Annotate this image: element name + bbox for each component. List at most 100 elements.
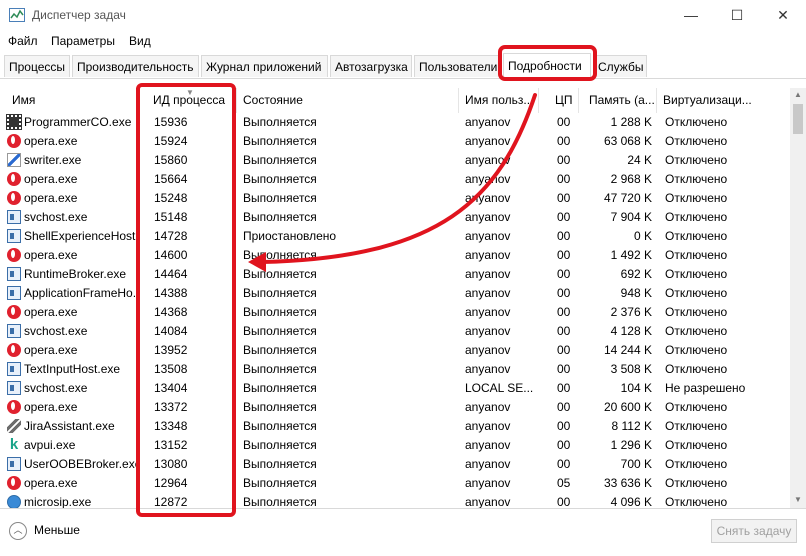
process-name: UserOOBEBroker.exe: [24, 457, 136, 471]
process-cpu: 00: [557, 134, 571, 148]
table-row[interactable]: RuntimeBroker.exe 14464 Выполняется anyanov…: [0, 265, 790, 284]
process-id: 14728: [154, 229, 188, 243]
table-row[interactable]: opera.exe 13372 Выполняется anyanov 00 20 600…: [0, 398, 790, 417]
scroll-thumb[interactable]: [793, 104, 803, 134]
process-name: opera.exe: [24, 400, 78, 414]
table-row[interactable]: opera.exe 12964 Выполняется anyanov 05 33 636…: [0, 474, 790, 493]
column-user[interactable]: Имя польз...: [459, 88, 539, 113]
process-state: Выполняется: [243, 153, 317, 167]
task-manager-icon: [9, 8, 25, 22]
process-memory: 24 K: [627, 153, 652, 167]
process-id: 14464: [154, 267, 188, 281]
tab-app-history[interactable]: Журнал приложений: [201, 55, 328, 77]
process-virtualization: Отключено: [665, 134, 728, 148]
table-row[interactable]: ShellExperienceHost... 14728 Приостановлен…: [0, 227, 790, 246]
process-cpu: 00: [557, 153, 571, 167]
process-state: Выполняется: [243, 400, 317, 414]
scroll-down-icon[interactable]: ▼: [794, 495, 802, 504]
tab-performance[interactable]: Производительность: [72, 55, 199, 77]
tab-processes[interactable]: Процессы: [4, 55, 70, 77]
vertical-scrollbar[interactable]: ▲ ▼: [790, 88, 806, 508]
table-row[interactable]: microsip.exe 12872 Выполняется anyanov 00 4 0…: [0, 493, 790, 508]
process-virtualization: Отключено: [665, 210, 728, 224]
process-virtualization: Отключено: [665, 248, 728, 262]
process-state: Приостановлено: [243, 229, 337, 243]
table-row[interactable]: svchost.exe 13404 Выполняется LOCAL SE... 00…: [0, 379, 790, 398]
collapse-chevron-icon[interactable]: ︿: [9, 522, 27, 540]
process-id: 13508: [154, 362, 188, 376]
process-memory: 692 K: [620, 267, 652, 281]
table-row[interactable]: TextInputHost.exe 13508 Выполняется anyanov…: [0, 360, 790, 379]
column-name[interactable]: Имя: [6, 88, 137, 113]
process-state: Выполняется: [243, 115, 317, 129]
service-icon: [7, 457, 21, 471]
process-name: svchost.exe: [24, 324, 88, 338]
globe-icon: [7, 495, 21, 508]
column-memory[interactable]: Память (а...: [579, 88, 657, 113]
table-row[interactable]: opera.exe 14600 Выполняется anyanov 00 1 492 …: [0, 246, 790, 265]
table-row[interactable]: UserOOBEBroker.exe 13080 Выполняется anyano…: [0, 455, 790, 474]
process-memory: 4 128 K: [610, 324, 652, 338]
footer: ︿ Меньше Снять задачу: [0, 508, 806, 556]
process-memory: 1 296 K: [610, 438, 652, 452]
process-cpu: 00: [557, 229, 571, 243]
process-table: Имя ИД процесса ▼ Состояние Имя польз...…: [0, 88, 790, 508]
tab-services[interactable]: Службы: [593, 55, 647, 77]
process-virtualization: Отключено: [665, 115, 728, 129]
process-name: opera.exe: [24, 476, 78, 490]
table-row[interactable]: ApplicationFrameHo... 14388 Выполняется any…: [0, 284, 790, 303]
process-state: Выполняется: [243, 267, 317, 281]
process-name: opera.exe: [24, 343, 78, 357]
process-cpu: 00: [557, 286, 571, 300]
process-name: svchost.exe: [24, 381, 88, 395]
menu-view[interactable]: Вид: [129, 34, 151, 48]
table-row[interactable]: opera.exe 15248 Выполняется anyanov 00 47 720…: [0, 189, 790, 208]
tab-users[interactable]: Пользователи: [414, 55, 500, 77]
end-task-button[interactable]: Снять задачу: [711, 519, 797, 543]
close-button[interactable]: ✕: [760, 0, 806, 30]
window-title: Диспетчер задач: [32, 8, 126, 22]
process-virtualization: Отключено: [665, 305, 728, 319]
table-row[interactable]: JiraAssistant.exe 13348 Выполняется anyanov…: [0, 417, 790, 436]
column-state[interactable]: Состояние: [237, 88, 459, 113]
minimize-button[interactable]: —: [668, 0, 714, 30]
menu-options[interactable]: Параметры: [51, 34, 115, 48]
process-cpu: 00: [557, 495, 571, 508]
process-name: opera.exe: [24, 134, 78, 148]
process-state: Выполняется: [243, 248, 317, 262]
process-virtualization: Отключено: [665, 153, 728, 167]
process-cpu: 00: [557, 324, 571, 338]
column-cpu[interactable]: ЦП: [539, 88, 579, 113]
table-row[interactable]: svchost.exe 15148 Выполняется anyanov 00 7 90…: [0, 208, 790, 227]
process-id: 13152: [154, 438, 188, 452]
process-id: 13080: [154, 457, 188, 471]
jira-icon: [7, 419, 21, 433]
tab-startup[interactable]: Автозагрузка: [330, 55, 412, 77]
table-row[interactable]: opera.exe 14368 Выполняется anyanov 00 2 376 …: [0, 303, 790, 322]
table-row[interactable]: svchost.exe 14084 Выполняется anyanov 00 4 12…: [0, 322, 790, 341]
process-state: Выполняется: [243, 495, 317, 508]
fewer-details-link[interactable]: Меньше: [34, 523, 80, 537]
table-header: Имя ИД процесса ▼ Состояние Имя польз...…: [0, 88, 790, 113]
process-cpu: 00: [557, 457, 571, 471]
process-name: TextInputHost.exe: [24, 362, 121, 376]
process-virtualization: Отключено: [665, 362, 728, 376]
table-row[interactable]: opera.exe 15664 Выполняется anyanov 00 2 968 …: [0, 170, 790, 189]
table-row[interactable]: swriter.exe 15860 Выполняется anyanov 00 24 K…: [0, 151, 790, 170]
maximize-button[interactable]: ☐: [714, 0, 760, 30]
process-cpu: 00: [557, 362, 571, 376]
opera-icon: [7, 172, 21, 186]
tab-details[interactable]: Подробности: [503, 53, 591, 79]
table-row[interactable]: opera.exe 15924 Выполняется anyanov 00 63 068…: [0, 132, 790, 151]
table-row[interactable]: opera.exe 13952 Выполняется anyanov 00 14 244…: [0, 341, 790, 360]
scroll-up-icon[interactable]: ▲: [794, 90, 802, 99]
process-memory: 104 K: [620, 381, 652, 395]
table-row[interactable]: ProgrammerCO.exe 15936 Выполняется anyanov 0…: [0, 113, 790, 132]
process-virtualization: Отключено: [665, 343, 728, 357]
column-virtualization[interactable]: Виртуализаци...: [657, 88, 757, 113]
table-row[interactable]: k avpui.exe 13152 Выполняется anyanov 00 1 296…: [0, 436, 790, 455]
menu-file[interactable]: Файл: [8, 34, 38, 48]
process-memory: 47 720 K: [603, 191, 652, 205]
process-memory: 33 636 K: [603, 476, 652, 490]
process-cpu: 00: [557, 419, 571, 433]
